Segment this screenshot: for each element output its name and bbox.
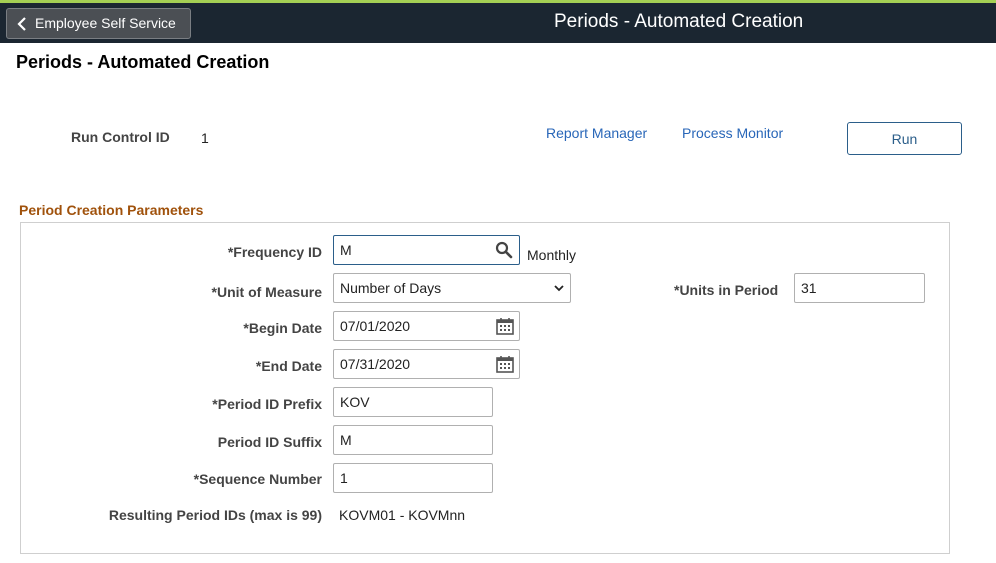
unit-of-measure-select[interactable]: Number of Days	[333, 273, 571, 303]
end-date-value: 07/31/2020	[340, 356, 411, 372]
frequency-id-label: *Frequency ID	[227, 244, 322, 260]
period-id-prefix-value: KOV	[340, 394, 370, 410]
resulting-period-ids-label: Resulting Period IDs (max is 99)	[108, 507, 322, 523]
period-id-suffix-input[interactable]: M	[333, 425, 493, 455]
run-control-value: 1	[201, 130, 209, 146]
section-title: Period Creation Parameters	[19, 202, 204, 218]
units-in-period-input[interactable]: 31	[794, 273, 925, 303]
search-icon[interactable]	[495, 241, 513, 259]
frequency-description: Monthly	[527, 247, 577, 263]
end-date-input[interactable]: 07/31/2020	[333, 349, 520, 379]
end-date-label: *End Date	[255, 358, 322, 374]
period-id-prefix-label: *Period ID Prefix	[212, 396, 322, 412]
run-control-label: Run Control ID	[71, 129, 170, 145]
chevron-left-icon	[17, 17, 26, 31]
unit-of-measure-value: Number of Days	[340, 280, 442, 296]
units-in-period-label: *Units in Period	[674, 282, 779, 298]
page-title: Periods - Automated Creation	[16, 52, 270, 72]
resulting-period-ids-value: KOVM01 - KOVMnn	[339, 507, 466, 523]
period-id-suffix-label: Period ID Suffix	[217, 434, 322, 450]
units-in-period-value: 31	[801, 280, 817, 296]
app-header: Employee Self Service Periods - Automate…	[0, 3, 996, 43]
back-button-label: Employee Self Service	[35, 15, 176, 31]
header-title: Periods - Automated Creation	[554, 11, 804, 32]
sequence-number-input[interactable]: 1	[333, 463, 493, 493]
calendar-icon[interactable]	[496, 317, 514, 335]
calendar-icon[interactable]	[496, 355, 514, 373]
chevron-down-icon	[554, 285, 564, 292]
period-id-prefix-input[interactable]: KOV	[333, 387, 493, 417]
frequency-id-input[interactable]: M	[333, 235, 520, 265]
back-button[interactable]: Employee Self Service	[6, 8, 191, 39]
begin-date-label: *Begin Date	[243, 320, 322, 336]
run-button[interactable]: Run	[847, 122, 962, 155]
begin-date-value: 07/01/2020	[340, 318, 411, 334]
report-manager-link[interactable]: Report Manager	[546, 125, 647, 141]
frequency-id-value: M	[340, 242, 352, 258]
period-id-suffix-value: M	[340, 432, 352, 448]
unit-of-measure-label: *Unit of Measure	[211, 284, 322, 300]
process-monitor-link[interactable]: Process Monitor	[682, 125, 783, 141]
begin-date-input[interactable]: 07/01/2020	[333, 311, 520, 341]
sequence-number-value: 1	[340, 470, 348, 486]
sequence-number-label: *Sequence Number	[193, 471, 322, 487]
